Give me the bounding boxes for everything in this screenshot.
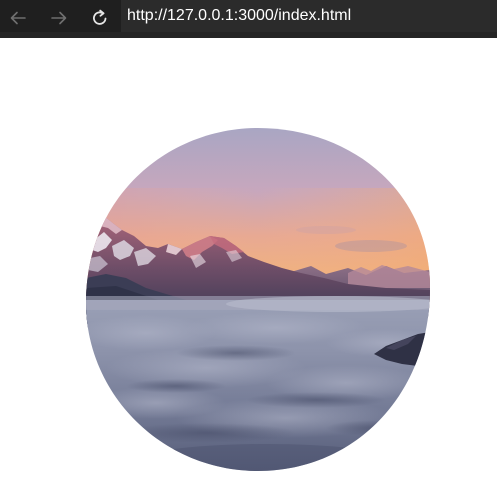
mountain-sunset-image: [86, 128, 430, 471]
page-content: [0, 38, 497, 482]
browser-toolbar: http://127.0.0.1:3000/index.html: [0, 0, 497, 38]
forward-button[interactable]: [45, 4, 73, 32]
reload-button[interactable]: [86, 4, 114, 32]
arrow-right-icon: [49, 8, 69, 28]
reload-icon: [90, 8, 110, 28]
address-bar[interactable]: http://127.0.0.1:3000/index.html: [121, 0, 497, 32]
back-button[interactable]: [4, 4, 32, 32]
arrow-left-icon: [8, 8, 28, 28]
url-text: http://127.0.0.1:3000/index.html: [127, 7, 352, 24]
